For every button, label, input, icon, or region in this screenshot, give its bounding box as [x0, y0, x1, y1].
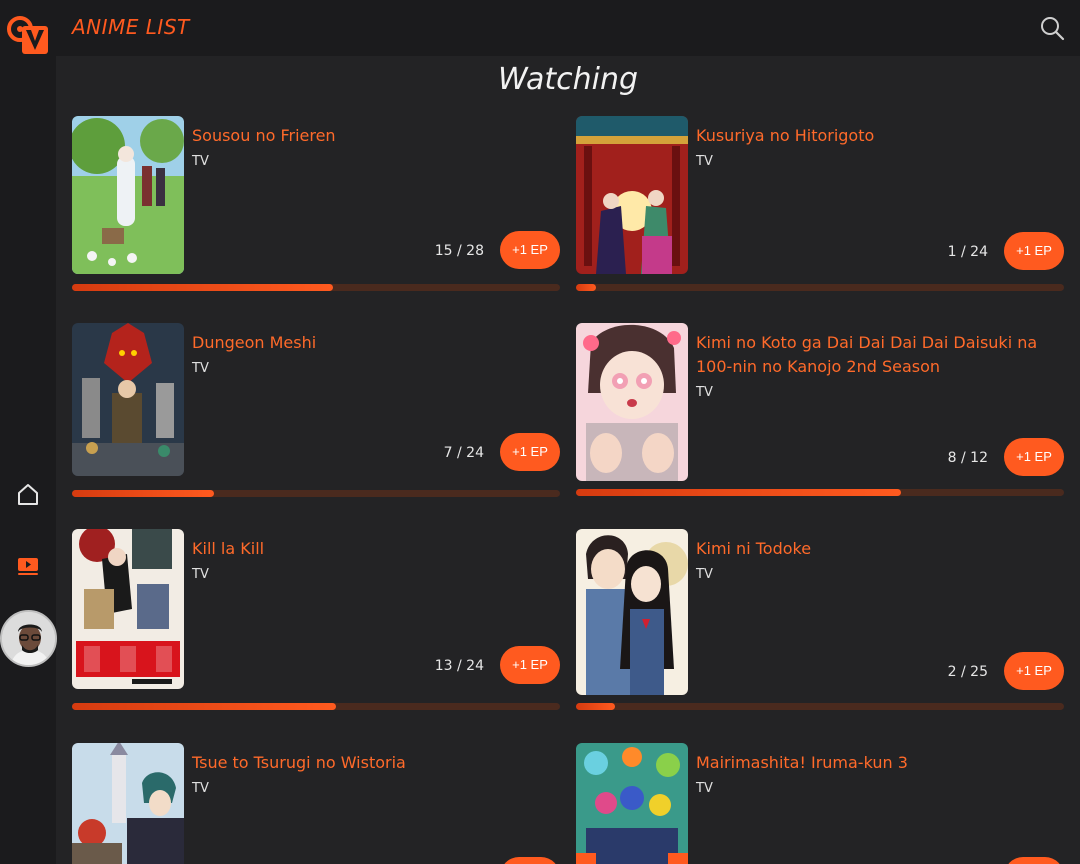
tv-play-icon[interactable] — [14, 552, 42, 580]
add-episode-button[interactable]: +1 EP — [1004, 438, 1064, 476]
app-title: ANIME LIST — [72, 15, 190, 39]
anime-cover[interactable] — [72, 323, 184, 476]
anime-card[interactable]: Dungeon Meshi TV 7 / 24 +1 EP — [72, 323, 560, 503]
add-episode-button[interactable]: +1 EP — [500, 646, 560, 684]
anime-type: TV — [696, 385, 713, 400]
anime-cover[interactable] — [72, 743, 184, 864]
progress-bar-fill — [72, 703, 337, 710]
anime-cover[interactable] — [72, 116, 184, 274]
anime-card[interactable]: Tsue to Tsurugi no Wistoria TV — [72, 743, 560, 864]
progress-bar-fill — [576, 703, 616, 710]
anime-card[interactable]: Kimi no Koto ga Dai Dai Dai Dai Daisuki … — [576, 323, 1064, 503]
episode-progress: 2 / 25 — [947, 664, 988, 680]
anime-type: TV — [696, 154, 713, 169]
anime-type: TV — [696, 567, 713, 582]
anime-cover[interactable] — [576, 743, 688, 864]
anime-title[interactable]: Kimi ni Todoke — [696, 537, 1061, 561]
anime-type: TV — [192, 567, 209, 582]
anime-title[interactable]: Sousou no Frieren — [192, 124, 557, 148]
home-icon[interactable] — [14, 480, 42, 508]
anime-type: TV — [192, 781, 209, 796]
progress-bar — [576, 703, 1064, 710]
progress-bar — [72, 490, 560, 497]
anime-type: TV — [192, 361, 209, 376]
add-episode-button[interactable]: +1 EP — [500, 433, 560, 471]
episode-progress: 8 / 12 — [947, 450, 988, 466]
anime-cover[interactable] — [576, 116, 688, 274]
progress-bar — [72, 703, 560, 710]
anime-type: TV — [696, 781, 713, 796]
anime-card[interactable]: Kill la Kill TV 13 / 24 +1 EP — [72, 529, 560, 714]
search-icon[interactable] — [1038, 14, 1066, 42]
logo-icon[interactable] — [6, 12, 50, 56]
anime-title[interactable]: Tsue to Tsurugi no Wistoria — [192, 751, 557, 775]
anime-title[interactable]: Kimi no Koto ga Dai Dai Dai Dai Daisuki … — [696, 331, 1061, 379]
anime-type: TV — [192, 154, 209, 169]
anime-card[interactable]: Mairimashita! Iruma-kun 3 TV — [576, 743, 1064, 864]
sidebar — [0, 0, 57, 864]
anime-title[interactable]: Mairimashita! Iruma-kun 3 — [696, 751, 1061, 775]
anime-cover[interactable] — [576, 529, 688, 695]
episode-progress: 15 / 28 — [434, 243, 484, 259]
episode-progress: 1 / 24 — [947, 244, 988, 260]
add-episode-button[interactable] — [1004, 857, 1064, 864]
user-avatar[interactable] — [0, 610, 57, 667]
anime-cover[interactable] — [72, 529, 184, 689]
progress-bar-fill — [576, 284, 597, 291]
progress-bar — [576, 284, 1064, 291]
anime-card[interactable]: Kusuriya no Hitorigoto TV 1 / 24 +1 EP — [576, 116, 1064, 296]
add-episode-button[interactable]: +1 EP — [1004, 232, 1064, 270]
progress-bar — [576, 489, 1064, 496]
progress-bar — [72, 284, 560, 291]
add-episode-button[interactable] — [500, 857, 560, 864]
progress-bar-fill — [72, 490, 215, 497]
anime-card[interactable]: Kimi ni Todoke TV 2 / 25 +1 EP — [576, 529, 1064, 714]
anime-title[interactable]: Kill la Kill — [192, 537, 557, 561]
add-episode-button[interactable]: +1 EP — [1004, 652, 1064, 690]
add-episode-button[interactable]: +1 EP — [500, 231, 560, 269]
anime-title[interactable]: Kusuriya no Hitorigoto — [696, 124, 1061, 148]
episode-progress: 7 / 24 — [443, 445, 484, 461]
anime-cover[interactable] — [576, 323, 688, 481]
progress-bar-fill — [576, 489, 902, 496]
anime-card[interactable]: Sousou no Frieren TV 15 / 28 +1 EP — [72, 116, 560, 296]
anime-title[interactable]: Dungeon Meshi — [192, 331, 557, 355]
section-title: Watching — [497, 62, 639, 97]
progress-bar-fill — [72, 284, 334, 291]
top-bar: ANIME LIST — [56, 0, 1080, 56]
episode-progress: 13 / 24 — [434, 658, 484, 674]
